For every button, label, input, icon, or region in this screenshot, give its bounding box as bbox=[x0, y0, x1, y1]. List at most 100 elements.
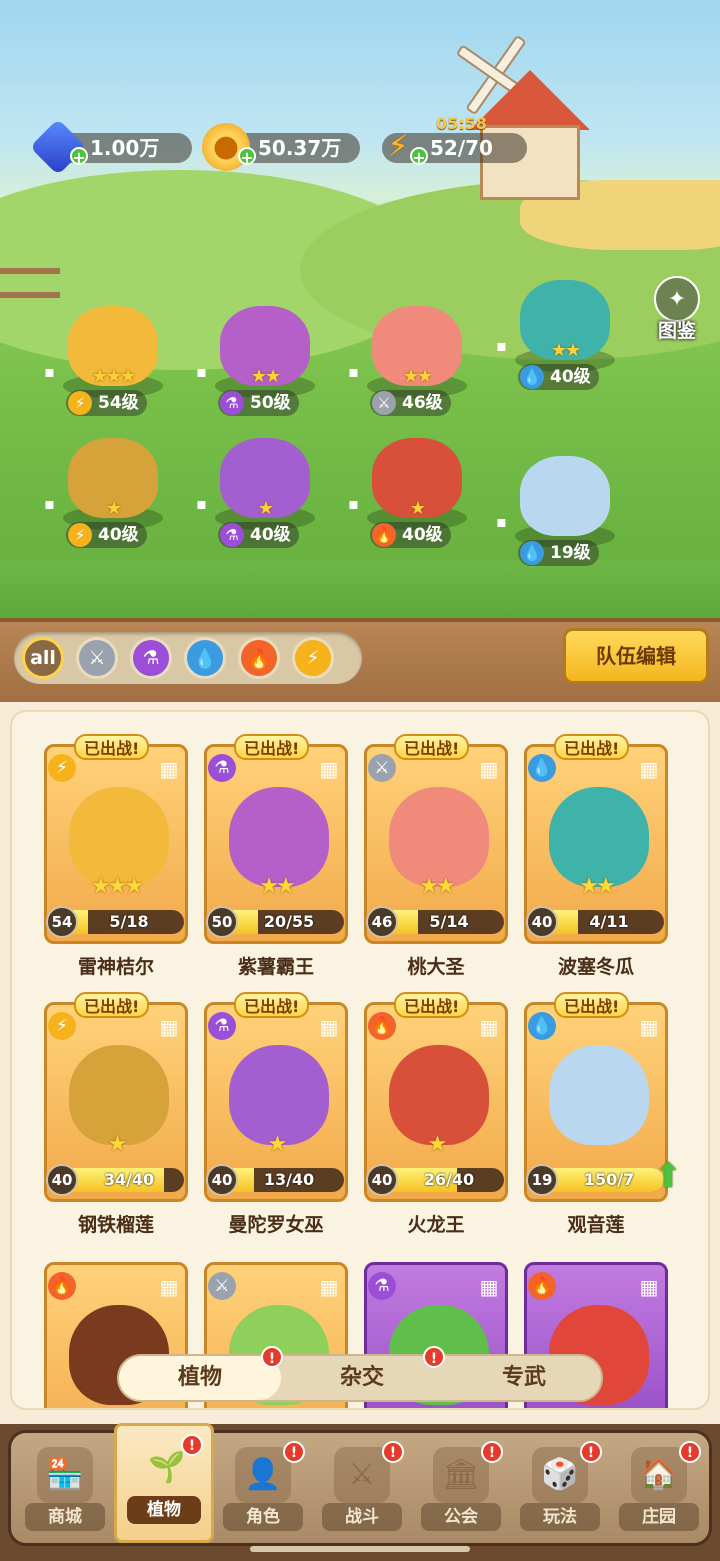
sword-filter-icon[interactable]: ⚔ bbox=[76, 637, 118, 679]
shop-icon: 🏪 bbox=[37, 1447, 93, 1503]
plant-card[interactable]: 已出战! 💧 ▦ 150/7 19 ⬆ 观音莲 bbox=[524, 992, 683, 1236]
gold-counter[interactable]: ● + 50.37万 bbox=[202, 123, 360, 171]
gem-amount: 1.00万 bbox=[90, 136, 160, 160]
deployed-tag: 已出战! bbox=[554, 734, 630, 760]
fire-icon: 🔥 bbox=[368, 1012, 396, 1040]
slot-icon: ▪ bbox=[44, 494, 55, 513]
shard-progress-text: 34/40 bbox=[103, 1170, 155, 1189]
poison-icon: ⚗ bbox=[208, 1012, 236, 1040]
nav-manor[interactable]: 🏠 庄园! bbox=[609, 1433, 709, 1543]
tab-exclusive-weapon[interactable]: 专武 bbox=[443, 1356, 605, 1400]
nav-shop[interactable]: 🏪 商城 bbox=[15, 1433, 115, 1543]
plant-card[interactable]: 已出战! ⚡ ▦ ★ 34/40 40 钢铁榴莲 bbox=[44, 992, 188, 1236]
team-member[interactable]: ★★ ▪ ⚔ 46级 bbox=[348, 296, 482, 426]
energy-counter[interactable]: ⚡ + 52/70 bbox=[382, 132, 527, 167]
notification-badge: ! bbox=[679, 1441, 701, 1463]
tab-plants[interactable]: 植物 bbox=[119, 1356, 281, 1400]
level-text: 54级 bbox=[98, 393, 139, 413]
star-rating: ★ bbox=[267, 1132, 288, 1157]
nav-battle[interactable]: ⚔ 战斗! bbox=[312, 1433, 412, 1543]
fire-icon: 🔥 bbox=[372, 523, 396, 547]
level-badge: 40 bbox=[526, 906, 558, 938]
gem-counter[interactable]: + 1.00万 bbox=[29, 118, 192, 176]
formation-icon: ▦ bbox=[319, 1015, 339, 1039]
plant-hero-figure bbox=[520, 456, 610, 536]
team-member[interactable]: ★ ▪ ⚡ 40级 bbox=[44, 428, 178, 558]
water-icon: 💧 bbox=[528, 1012, 556, 1040]
fence bbox=[0, 268, 60, 298]
slot-icon: ▪ bbox=[348, 494, 359, 513]
plant-card[interactable]: 已出战! ⚔ ▦ ★★ 5/14 46 桃大圣 bbox=[364, 734, 508, 978]
fire-filter-icon[interactable]: 🔥 bbox=[238, 637, 280, 679]
shard-progress-text: 150/7 bbox=[583, 1170, 635, 1189]
add-gems-icon[interactable]: + bbox=[70, 147, 88, 167]
deployed-tag: 已出战! bbox=[394, 992, 470, 1018]
notification-badge: ! bbox=[181, 1434, 203, 1456]
atlas-button[interactable]: ✦ 图鉴 bbox=[646, 276, 708, 342]
nav-label: 玩法 bbox=[520, 1503, 600, 1531]
star-rating: ★ bbox=[427, 1132, 448, 1157]
poison-icon: ⚗ bbox=[220, 391, 244, 415]
nav-plants[interactable]: 🌱 植物! bbox=[114, 1423, 214, 1543]
plant-portrait bbox=[229, 1045, 329, 1145]
star-rating: ★ bbox=[409, 498, 426, 519]
plant-card[interactable]: 已出战! ⚗ ▦ ★★ 20/55 50 紫薯霸王 bbox=[204, 734, 348, 978]
level-badge: ⚗ 50级 bbox=[218, 390, 299, 416]
shard-progress-text: 5/18 bbox=[109, 912, 149, 931]
shard-progress-text: 26/40 bbox=[423, 1170, 475, 1189]
plant-card[interactable]: 已出战! 🔥 ▦ ★ 26/40 40 火龙王 bbox=[364, 992, 508, 1236]
shard-progress-text: 4/11 bbox=[589, 912, 629, 931]
formation-icon: ▦ bbox=[639, 1015, 659, 1039]
nav-label: 庄园 bbox=[619, 1503, 699, 1531]
tab-hybrid[interactable]: 杂交 bbox=[281, 1356, 443, 1400]
level-text: 46级 bbox=[402, 393, 443, 413]
plant-name: 火龙王 bbox=[407, 1214, 465, 1236]
star-rating: ★★ bbox=[259, 874, 295, 899]
nav-guild[interactable]: 🏛 公会! bbox=[411, 1433, 511, 1543]
plant-card[interactable]: 已出战! ⚡ ▦ ★★★ 5/18 54 雷神桔尔 bbox=[44, 734, 188, 978]
team-member[interactable]: ★ ▪ ⚗ 40级 bbox=[196, 428, 330, 558]
slot-icon: ▪ bbox=[44, 362, 55, 381]
plant-grid[interactable]: 已出战! ⚡ ▦ ★★★ 5/18 54 雷神桔尔 已出战! ⚗ ▦ ★★ 20/55 50 紫薯霸王 已出… bbox=[10, 710, 710, 1410]
star-rating: ★ bbox=[257, 498, 274, 519]
nav-character[interactable]: 👤 角色! bbox=[213, 1433, 313, 1543]
energy-timer: 05:58 bbox=[436, 114, 487, 133]
sword-icon: ⚔ bbox=[368, 754, 396, 782]
deployed-tag: 已出战! bbox=[74, 992, 150, 1018]
level-badge: 40 bbox=[206, 1164, 238, 1196]
upgrade-arrow-icon[interactable]: ⬆ bbox=[654, 1158, 683, 1194]
poison-filter-icon[interactable]: ⚗ bbox=[130, 637, 172, 679]
water-icon: 💧 bbox=[520, 541, 544, 565]
team-member[interactable]: ★★ ▪ ⚗ 50级 bbox=[196, 296, 330, 426]
formation-icon: ▦ bbox=[479, 1015, 499, 1039]
water-filter-icon[interactable]: 💧 bbox=[184, 637, 226, 679]
star-rating: ★★★ bbox=[91, 366, 136, 387]
category-tabs: 植物 ! 杂交 ! 专武 bbox=[117, 1346, 605, 1402]
deployed-tag: 已出战! bbox=[234, 734, 310, 760]
deployed-tag: 已出战! bbox=[394, 734, 470, 760]
plant-portrait bbox=[549, 787, 649, 887]
add-gold-icon[interactable]: + bbox=[238, 147, 256, 167]
team-member[interactable]: ★★ ▪ 💧 40级 bbox=[496, 270, 630, 400]
level-badge: 💧 40级 bbox=[518, 364, 599, 390]
plant-card[interactable]: 已出战! 💧 ▦ ★★ 4/11 40 波塞冬瓜 bbox=[524, 734, 668, 978]
star-rating: ★★ bbox=[550, 340, 581, 361]
level-text: 40级 bbox=[550, 367, 591, 387]
plant-card[interactable]: 已出战! ⚗ ▦ ★ 13/40 40 曼陀罗女巫 bbox=[204, 992, 348, 1236]
team-member[interactable]: ▪ 💧 19级 bbox=[496, 446, 630, 576]
team-member[interactable]: ★ ▪ 🔥 40级 bbox=[348, 428, 482, 558]
team-member[interactable]: ★★★ ▪ ⚡ 54级 bbox=[44, 296, 178, 426]
formation-icon: ▦ bbox=[639, 1275, 659, 1299]
star-rating: ★ bbox=[105, 498, 122, 519]
tab-hybrid-badge: ! bbox=[423, 1346, 445, 1368]
nav-gameplay[interactable]: 🎲 玩法! bbox=[510, 1433, 610, 1543]
level-badge: 40 bbox=[46, 1164, 78, 1196]
team-edit-button[interactable]: 队伍编辑 bbox=[563, 628, 709, 684]
nav-label: 战斗 bbox=[322, 1503, 402, 1531]
level-text: 40级 bbox=[402, 525, 443, 545]
add-energy-icon[interactable]: + bbox=[410, 147, 428, 167]
nav-label: 商城 bbox=[25, 1503, 105, 1531]
filter-all[interactable]: all bbox=[22, 637, 64, 679]
lightning-filter-icon[interactable]: ⚡ bbox=[292, 637, 334, 679]
home-scene: + 1.00万 ● + 50.37万 05:58 ⚡ + 52/70 ✦ 图鉴 … bbox=[0, 0, 720, 620]
